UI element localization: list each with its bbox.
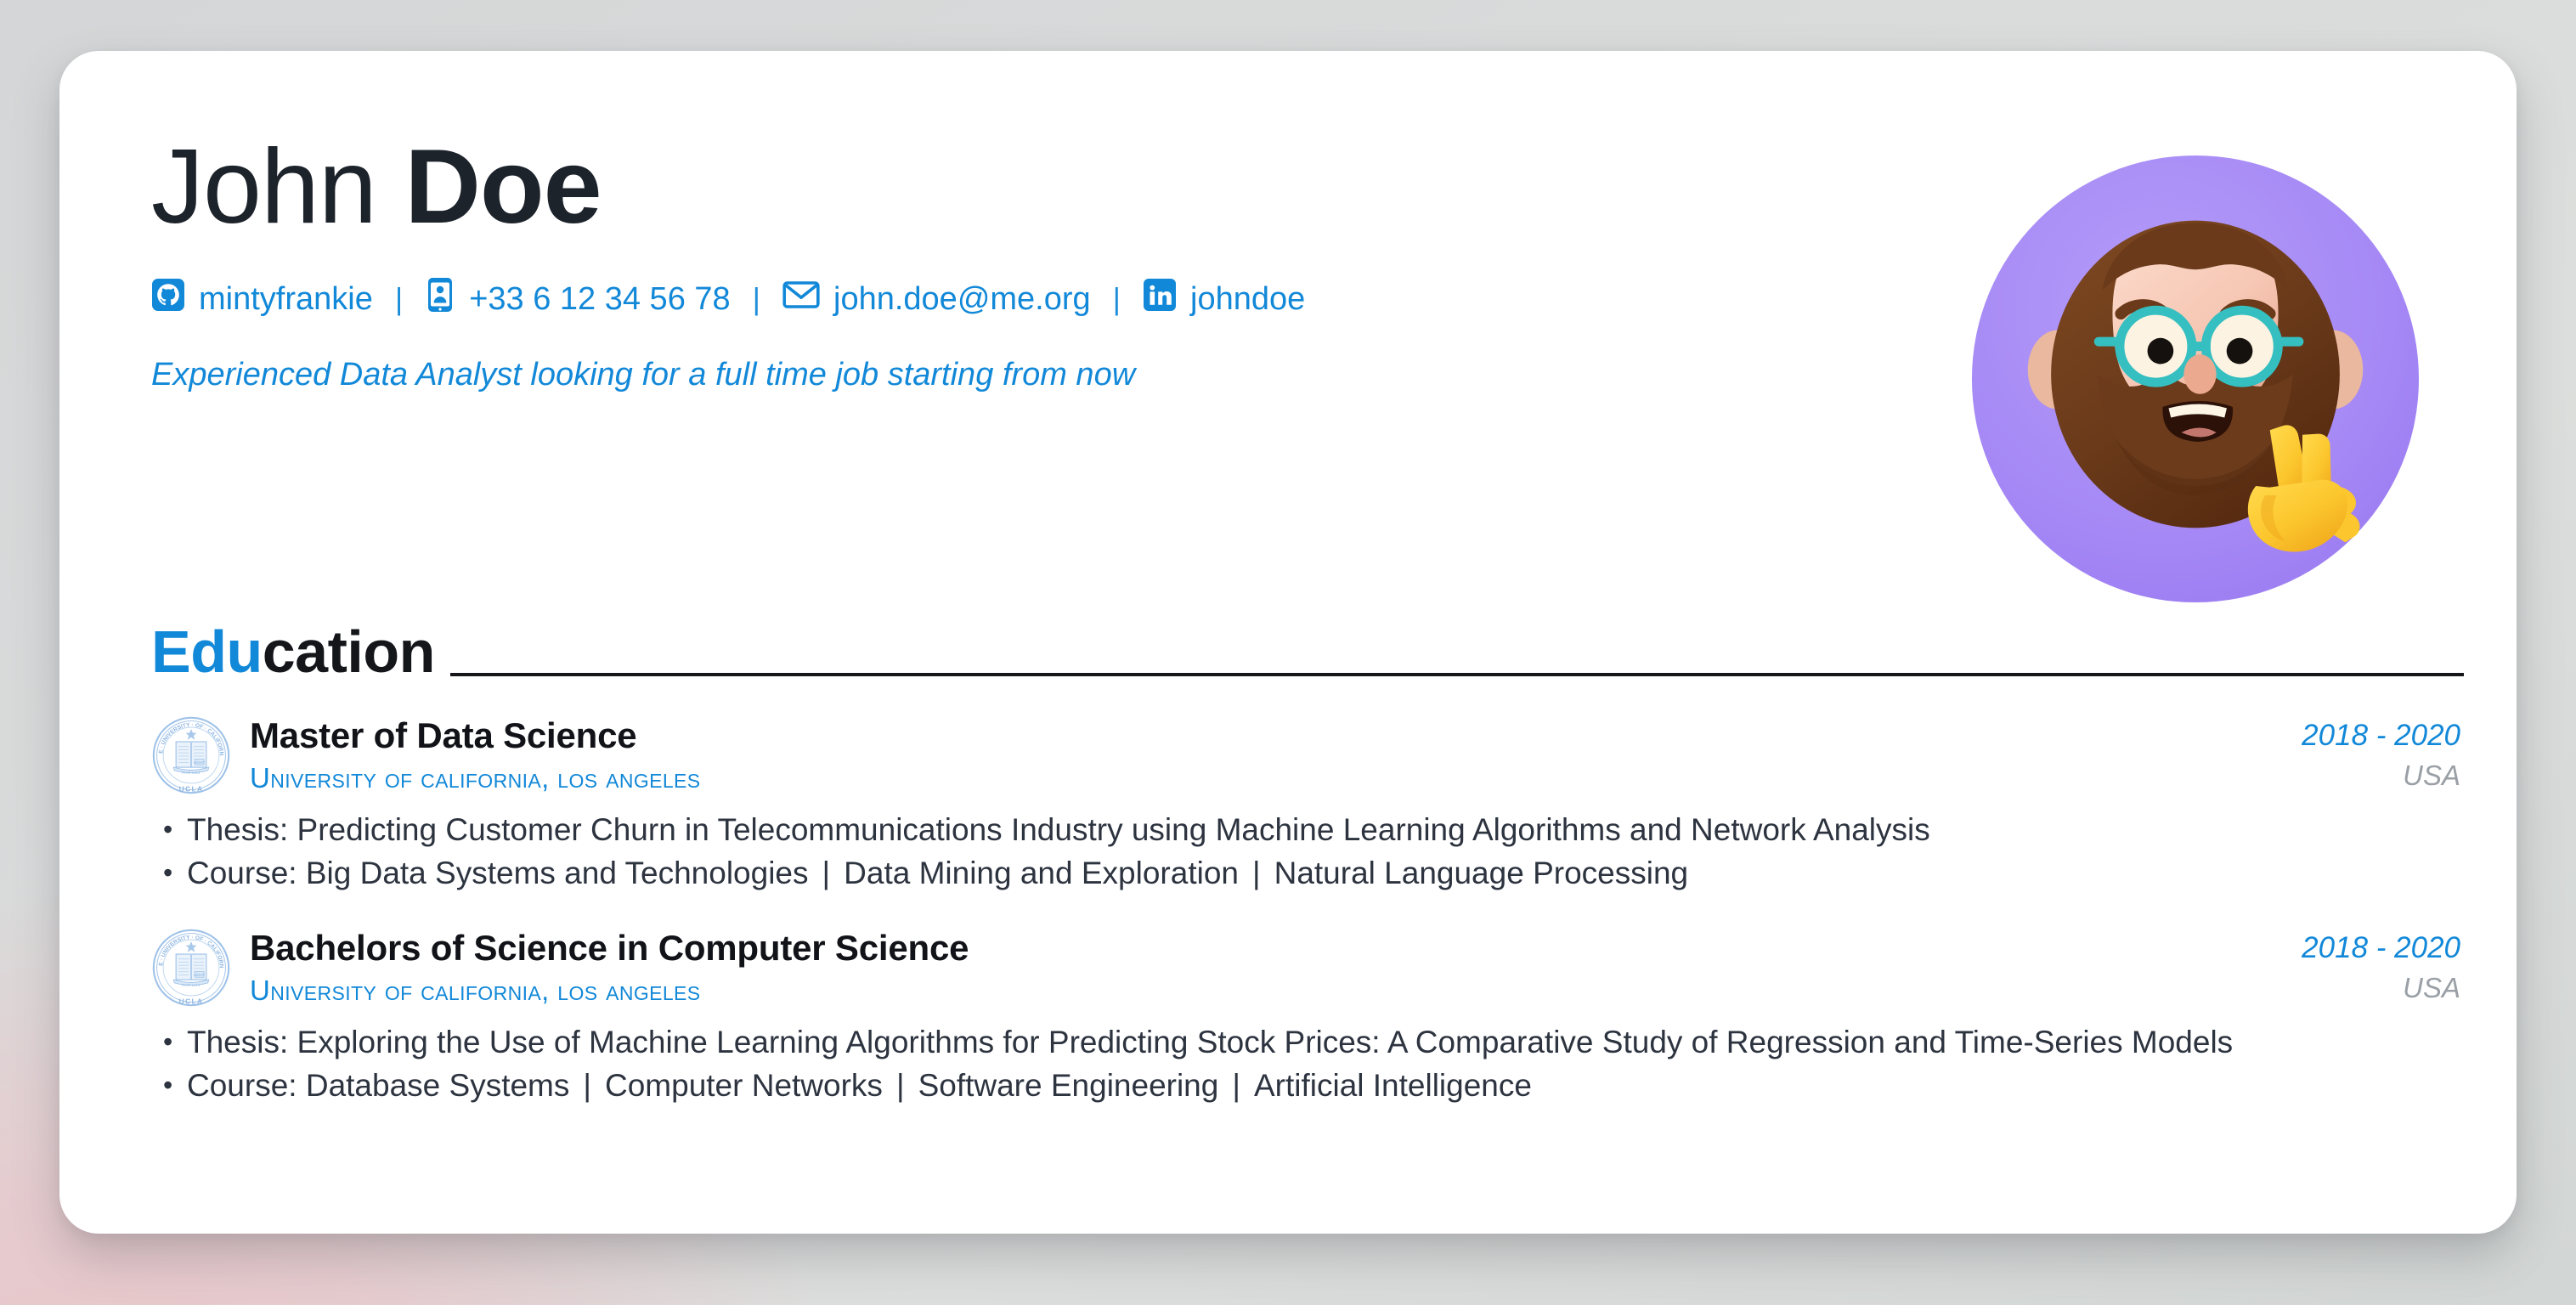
entry-meta: 2018 - 2020 USA <box>2302 714 2464 792</box>
resume-card: John Doe mintyfrankie | +33 6 12 34 56 7… <box>59 51 2517 1234</box>
entry-titles: Bachelors of Science in Computer Science… <box>250 926 2302 1007</box>
last-name: Doe <box>404 128 602 246</box>
github-icon <box>151 278 185 320</box>
list-item: Thesis: Predicting Customer Churn in Tel… <box>151 811 2445 850</box>
svg-text:LIGHT: LIGHT <box>195 760 206 765</box>
entry-organization: University of California, Los Angeles <box>250 762 701 794</box>
avatar <box>1963 146 2428 612</box>
education-entry: LIGHT UCLA FIAT LUX · THE · UNIVERSITY ·… <box>150 924 2464 1106</box>
contact-linkedin[interactable]: johndoe <box>1143 278 1305 320</box>
resume-header: John Doe mintyfrankie | +33 6 12 34 56 7… <box>151 134 2464 610</box>
course-separator: | <box>895 1067 905 1103</box>
course-separator: | <box>1232 1067 1240 1103</box>
entry-header: LIGHT UCLA FIAT LUX · THE · UNIVERSITY ·… <box>150 924 2464 1014</box>
entry-bullets: Thesis: Predicting Customer Churn in Tel… <box>151 811 2464 894</box>
contact-linkedin-label: johndoe <box>1190 280 1306 317</box>
entry-bullets: Thesis: Exploring the Use of Machine Lea… <box>151 1023 2464 1106</box>
list-item: Thesis: Exploring the Use of Machine Lea… <box>151 1023 2445 1063</box>
section-heading: Education <box>151 622 2464 681</box>
email-icon <box>782 280 820 319</box>
entry-title: Bachelors of Science in Computer Science <box>250 927 969 968</box>
entry-location: USA <box>2403 760 2460 791</box>
entry-header: LIGHT UCLA FIAT LUX · THE · UNIVERSITY ·… <box>150 711 2464 802</box>
entry-titles: Master of Data Science University of Cal… <box>250 714 2302 794</box>
list-item: Course: Big Data Systems and Technologie… <box>151 854 2445 894</box>
svg-text:UCLA: UCLA <box>179 997 204 1005</box>
entry-organization: University of California, Los Angeles <box>250 975 701 1006</box>
svg-text:LIGHT: LIGHT <box>195 973 206 977</box>
contact-email[interactable]: john.doe@me.org <box>782 280 1091 319</box>
section-title: Education <box>151 622 435 681</box>
education-entry: LIGHT UCLA FIAT LUX · THE · UNIVERSITY ·… <box>150 711 2464 894</box>
contact-phone-label: +33 6 12 34 56 78 <box>469 280 731 317</box>
course-separator: | <box>1251 855 1261 890</box>
svg-text:FIAT LUX: FIAT LUX <box>182 771 201 775</box>
list-item: Course: Database Systems|Computer Networ… <box>151 1066 2445 1106</box>
contact-separator: | <box>394 281 404 316</box>
svg-text:FIAT LUX: FIAT LUX <box>182 983 201 987</box>
entry-title: Master of Data Science <box>250 715 637 755</box>
first-name: John <box>151 128 377 246</box>
contact-github[interactable]: mintyfrankie <box>151 278 373 320</box>
contact-separator: | <box>1112 281 1121 316</box>
entry-meta: 2018 - 2020 USA <box>2302 926 2464 1004</box>
section-rule <box>449 673 2464 676</box>
ucla-seal-icon: LIGHT UCLA FIAT LUX · THE · UNIVERSITY ·… <box>150 711 231 795</box>
contact-email-label: john.doe@me.org <box>833 280 1091 317</box>
entry-date: 2018 - 2020 <box>2302 930 2460 964</box>
linkedin-icon <box>1143 278 1177 320</box>
section-title-rest: cation <box>262 619 436 685</box>
svg-text:UCLA: UCLA <box>179 784 204 793</box>
course-separator: | <box>583 1067 591 1103</box>
contact-github-label: mintyfrankie <box>199 280 373 317</box>
entry-date: 2018 - 2020 <box>2302 719 2460 752</box>
section-education: Education LIGHT UCLA FIAT LUX E · UNIVER… <box>150 622 2464 1106</box>
contact-separator: | <box>752 281 761 316</box>
course-separator: | <box>822 855 831 890</box>
section-title-accent: Edu <box>151 619 263 685</box>
entry-location: USA <box>2403 971 2460 1003</box>
phone-icon <box>425 277 455 321</box>
contact-phone[interactable]: +33 6 12 34 56 78 <box>425 277 731 321</box>
ucla-seal-icon: LIGHT UCLA FIAT LUX · THE · UNIVERSITY ·… <box>150 924 231 1008</box>
